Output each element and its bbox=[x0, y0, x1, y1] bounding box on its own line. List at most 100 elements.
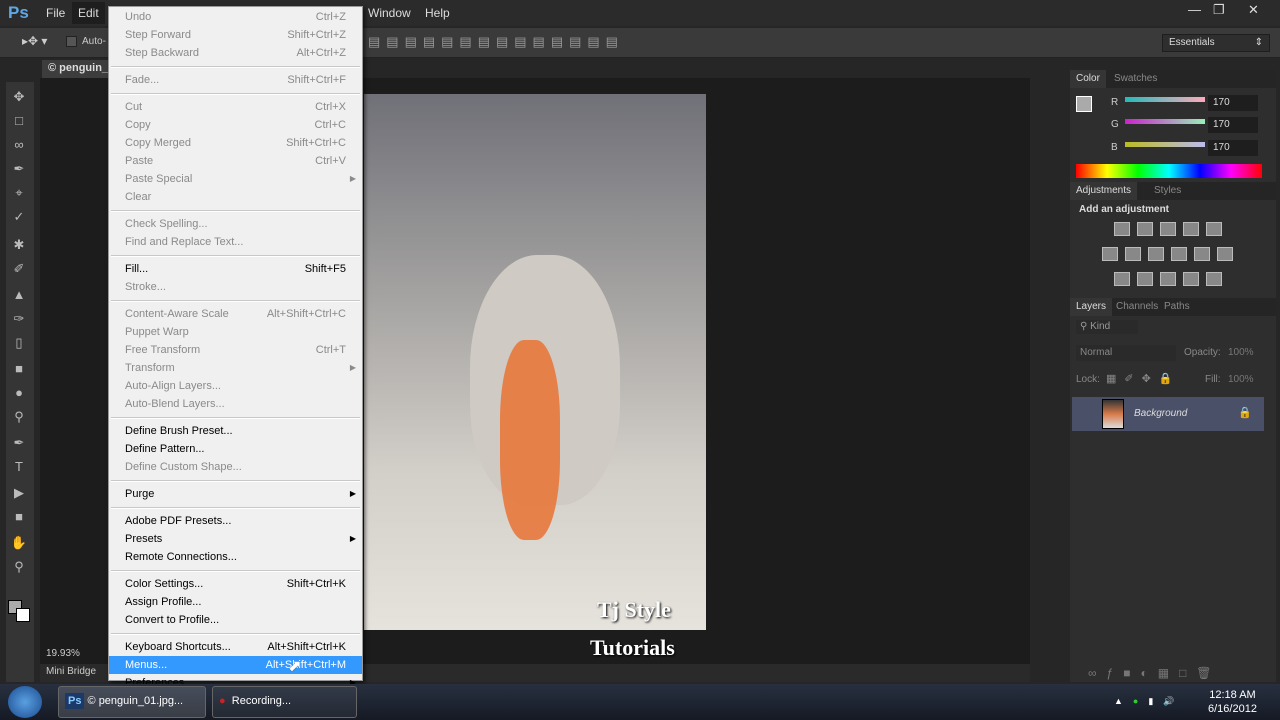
tab-styles[interactable]: Styles bbox=[1148, 182, 1187, 200]
r-slider[interactable] bbox=[1125, 97, 1205, 102]
color-spectrum[interactable] bbox=[1076, 164, 1262, 178]
menu-item-color-settings[interactable]: Color Settings... Shift+Ctrl+K bbox=[109, 575, 362, 593]
levels-icon[interactable] bbox=[1137, 222, 1153, 236]
fill-value[interactable]: 100% bbox=[1228, 374, 1254, 385]
r-value-input[interactable]: 170 bbox=[1208, 95, 1258, 111]
blend-mode-select[interactable]: Normal bbox=[1076, 345, 1176, 361]
menu-item-label: Step Backward bbox=[125, 47, 199, 59]
menu-item-convert-to-profile[interactable]: Convert to Profile... bbox=[109, 611, 362, 629]
menu-item-define-brush-preset[interactable]: Define Brush Preset... bbox=[109, 422, 362, 440]
menu-item-adobe-pdf-presets[interactable]: Adobe PDF Presets... bbox=[109, 512, 362, 530]
align-icons[interactable]: ▤▤▤▤▤▤▤▤▤▤▤▤▤▤ bbox=[368, 34, 624, 50]
move-tool-icon[interactable]: ✥ bbox=[10, 90, 28, 104]
curves-icon[interactable] bbox=[1160, 222, 1176, 236]
foreground-color-swatch[interactable] bbox=[1076, 96, 1092, 112]
close-icon[interactable]: ✕ bbox=[1248, 2, 1259, 18]
menu-item-label: Clear bbox=[125, 191, 152, 203]
dodge-tool-icon[interactable]: ⚲ bbox=[10, 410, 28, 424]
opacity-value[interactable]: 100% bbox=[1228, 347, 1254, 358]
shape-tool-icon[interactable]: ■ bbox=[10, 510, 28, 524]
tray-icons[interactable]: ▲●▮🔊 bbox=[1114, 696, 1185, 707]
menu-edit[interactable]: Edit bbox=[72, 2, 105, 24]
minimize-icon[interactable]: — bbox=[1188, 2, 1201, 17]
gradient-map-icon[interactable] bbox=[1206, 272, 1222, 286]
color-balance-icon[interactable] bbox=[1125, 247, 1141, 261]
gradient-tool-icon[interactable]: ■ bbox=[10, 362, 28, 376]
menu-item-define-custom-shape: Define Custom Shape... bbox=[109, 458, 362, 476]
brush-tool-icon[interactable]: ✐ bbox=[10, 262, 28, 276]
threshold-icon[interactable] bbox=[1160, 272, 1176, 286]
type-tool-icon[interactable]: T bbox=[10, 460, 28, 474]
eraser-tool-icon[interactable]: ▯ bbox=[10, 336, 28, 350]
photo-filter-icon[interactable] bbox=[1171, 247, 1187, 261]
vibrance-icon[interactable] bbox=[1206, 222, 1222, 236]
layer-filter-select[interactable]: ⚲ Kind bbox=[1076, 320, 1138, 334]
menu-window[interactable]: Window bbox=[368, 6, 411, 20]
menu-item-fill[interactable]: Fill... Shift+F5 bbox=[109, 260, 362, 278]
menu-item-shortcut: Alt+Shift+Ctrl+M bbox=[265, 659, 346, 671]
selective-color-icon[interactable] bbox=[1183, 272, 1199, 286]
menu-help[interactable]: Help bbox=[425, 6, 450, 20]
tab-adjustments[interactable]: Adjustments bbox=[1070, 182, 1138, 200]
marquee-tool-icon[interactable]: □ bbox=[10, 114, 28, 128]
tab-color[interactable]: Color bbox=[1070, 70, 1106, 88]
auto-select-checkbox[interactable] bbox=[66, 36, 77, 47]
zoom-level[interactable]: 19.93% bbox=[46, 648, 80, 659]
start-button[interactable] bbox=[8, 686, 42, 718]
tab-paths[interactable]: Paths bbox=[1158, 298, 1196, 316]
invert-icon[interactable] bbox=[1114, 272, 1130, 286]
layer-name[interactable]: Background bbox=[1134, 408, 1187, 419]
tab-swatches[interactable]: Swatches bbox=[1108, 70, 1163, 88]
brightness-icon[interactable] bbox=[1114, 222, 1130, 236]
menu-item-remote-connections[interactable]: Remote Connections... bbox=[109, 548, 362, 566]
menu-item-define-pattern[interactable]: Define Pattern... bbox=[109, 440, 362, 458]
quick-select-icon[interactable]: ✒ bbox=[10, 162, 28, 176]
hue-saturation-icon[interactable] bbox=[1102, 247, 1118, 261]
lock-icons[interactable]: ▦✐✥🔒 bbox=[1106, 372, 1181, 385]
menu-item-assign-profile[interactable]: Assign Profile... bbox=[109, 593, 362, 611]
adjustment-row-3 bbox=[1114, 272, 1222, 286]
stamp-tool-icon[interactable]: ▲ bbox=[10, 288, 28, 302]
photoshop-icon: Ps bbox=[65, 693, 85, 709]
menu-item-shortcut: Shift+Ctrl+F bbox=[287, 74, 346, 86]
taskbar-photoshop[interactable]: Ps © penguin_01.jpg... bbox=[58, 686, 206, 718]
hand-tool-icon[interactable]: ✋ bbox=[10, 536, 28, 550]
taskbar-recording[interactable]: ● Recording... bbox=[212, 686, 357, 718]
tab-channels[interactable]: Channels bbox=[1110, 298, 1164, 316]
lasso-tool-icon[interactable]: ∞ bbox=[10, 138, 28, 152]
g-slider[interactable] bbox=[1125, 119, 1205, 124]
crop-tool-icon[interactable]: ⌖ bbox=[10, 186, 28, 200]
zoom-tool-icon[interactable]: ⚲ bbox=[10, 560, 28, 574]
menu-file[interactable]: File bbox=[46, 6, 65, 20]
submenu-arrow-icon: ▶ bbox=[349, 534, 356, 543]
menu-item-keyboard-shortcuts[interactable]: Keyboard Shortcuts... Alt+Shift+Ctrl+K bbox=[109, 638, 362, 656]
menu-item-purge[interactable]: Purge ▶ bbox=[109, 485, 362, 503]
channel-mixer-icon[interactable] bbox=[1194, 247, 1210, 261]
menu-item-presets[interactable]: Presets ▶ bbox=[109, 530, 362, 548]
workspace-select[interactable]: Essentials ⇕ bbox=[1162, 34, 1270, 52]
pen-tool-icon[interactable]: ✒ bbox=[10, 436, 28, 450]
menu-item-paste: Paste Ctrl+V bbox=[109, 152, 362, 170]
restore-icon[interactable]: ❐ bbox=[1213, 2, 1225, 18]
history-brush-icon[interactable]: ✑ bbox=[10, 312, 28, 326]
exposure-icon[interactable] bbox=[1183, 222, 1199, 236]
move-tool-icon[interactable]: ▸✥ ▾ bbox=[22, 34, 47, 48]
g-value-input[interactable]: 170 bbox=[1208, 117, 1258, 133]
b-slider[interactable] bbox=[1125, 142, 1205, 147]
menu-item-stroke: Stroke... bbox=[109, 278, 362, 296]
black-white-icon[interactable] bbox=[1148, 247, 1164, 261]
color-lookup-icon[interactable] bbox=[1217, 247, 1233, 261]
path-select-icon[interactable]: ▶ bbox=[10, 486, 28, 500]
background-color-swatch[interactable] bbox=[16, 608, 30, 622]
orange-scarf bbox=[500, 340, 560, 540]
clock[interactable]: 12:18 AM 6/16/2012 bbox=[1208, 688, 1257, 716]
menu-separator bbox=[111, 507, 360, 509]
menu-item-menus[interactable]: Menus... Alt+Shift+Ctrl+M bbox=[109, 656, 362, 674]
tab-layers[interactable]: Layers bbox=[1070, 298, 1113, 316]
posterize-icon[interactable] bbox=[1137, 272, 1153, 286]
b-value-input[interactable]: 170 bbox=[1208, 140, 1258, 156]
blur-tool-icon[interactable]: ● bbox=[10, 386, 28, 400]
healing-brush-icon[interactable]: ✱ bbox=[10, 238, 28, 252]
layer-footer-icons[interactable]: ∞ƒ■◐▦□🗑 bbox=[1088, 666, 1222, 680]
eyedropper-icon[interactable]: ✓ bbox=[10, 210, 28, 224]
